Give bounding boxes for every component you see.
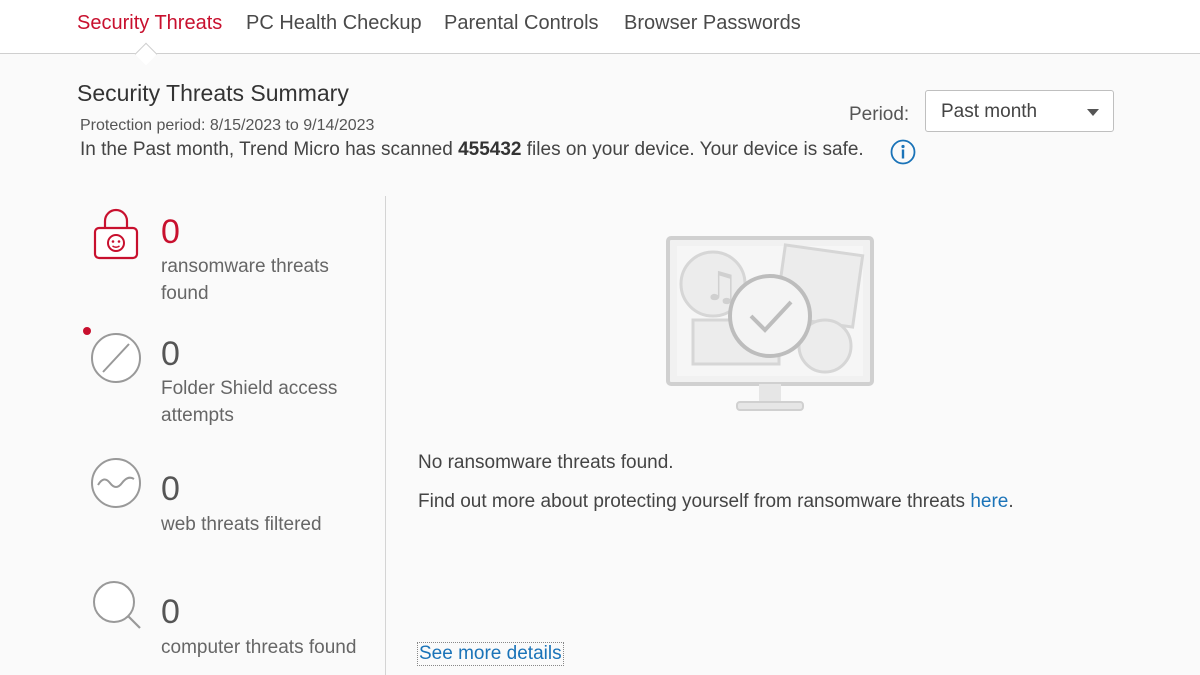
ransomware-label: ransomware threats found — [161, 256, 329, 304]
tab-pc-health-checkup[interactable]: PC Health Checkup — [246, 12, 422, 35]
no-threats-message: No ransomware threats found. — [418, 452, 674, 473]
column-divider — [385, 196, 386, 675]
active-tab-pointer — [134, 42, 158, 66]
stat-computer-threats[interactable]: 0 computer threats found — [88, 578, 378, 668]
period-selected-value: Past month — [941, 101, 1038, 122]
stat-ransomware[interactable]: 0 ransomware threats found — [88, 205, 378, 315]
ransomware-count: 0 — [161, 213, 180, 251]
scan-count: 455432 — [458, 139, 522, 160]
scan-prefix: In the Past month, Trend Micro has scann… — [80, 139, 459, 160]
more-info-suffix: . — [1008, 491, 1014, 512]
scan-summary: In the Past month, Trend Micro has scann… — [80, 139, 864, 161]
protection-period: Protection period: 8/15/2023 to 9/14/202… — [80, 117, 375, 134]
folder-shield-count: 0 — [161, 335, 180, 373]
more-info-text: Find out more about protecting yourself … — [418, 491, 1014, 513]
computer-threats-label: computer threats found — [161, 637, 357, 658]
tab-security-threats[interactable]: Security Threats — [77, 12, 222, 35]
tab-parental-controls[interactable]: Parental Controls — [444, 12, 599, 35]
monitor-checkmark-icon: ♫ — [666, 236, 874, 411]
page-title: Security Threats Summary — [77, 80, 349, 106]
here-link[interactable]: here — [970, 491, 1008, 512]
stat-folder-shield[interactable]: 0 Folder Shield access attempts — [88, 330, 378, 440]
blocked-icon — [91, 333, 141, 383]
stat-web-threats[interactable]: 0 web threats filtered — [88, 455, 378, 545]
more-info-prefix: Find out more about protecting yourself … — [418, 491, 971, 512]
web-threats-count: 0 — [161, 470, 180, 508]
tab-browser-passwords[interactable]: Browser Passwords — [624, 12, 801, 35]
magnifier-icon — [93, 581, 141, 629]
scan-suffix: files on your device. Your device is saf… — [521, 139, 864, 160]
period-dropdown[interactable]: Past month — [925, 90, 1114, 132]
see-more-details-link[interactable]: See more details — [417, 642, 564, 666]
chevron-down-icon — [1087, 109, 1099, 116]
tab-bar: Security Threats PC Health Checkup Paren… — [0, 0, 1200, 66]
web-filter-icon — [91, 458, 141, 508]
info-icon[interactable] — [890, 139, 916, 165]
computer-threats-count: 0 — [161, 593, 180, 631]
folder-shield-label: Folder Shield access attempts — [161, 378, 338, 426]
lock-icon — [93, 208, 139, 260]
period-label: Period: — [849, 104, 910, 125]
web-threats-label: web threats filtered — [161, 514, 322, 535]
